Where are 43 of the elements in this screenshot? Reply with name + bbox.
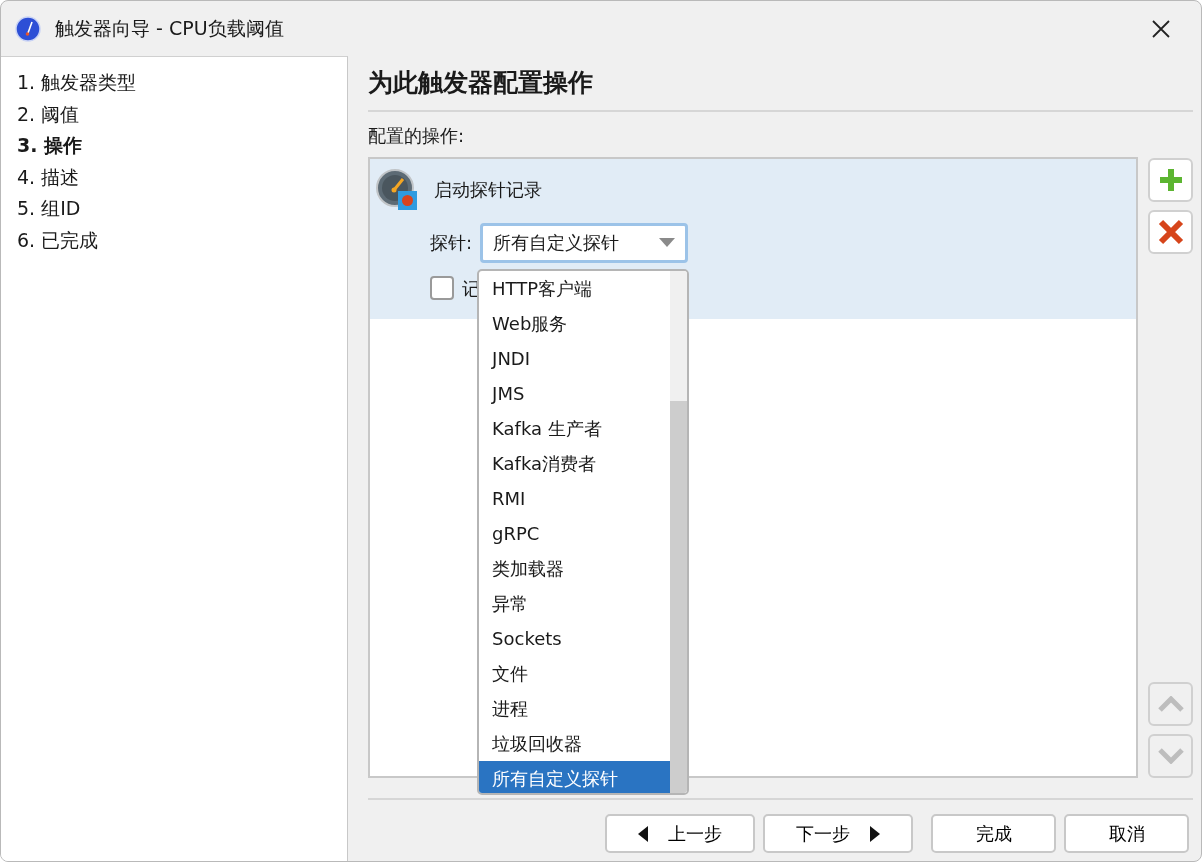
wizard-step[interactable]: 4. 描述	[17, 161, 331, 193]
back-button[interactable]: 上一步	[605, 814, 755, 853]
dropdown-option[interactable]: Kafka消费者	[479, 445, 671, 481]
chevron-up-icon	[1157, 696, 1184, 712]
wizard-step[interactable]: 3. 操作	[17, 130, 331, 162]
finish-button[interactable]: 完成	[931, 814, 1056, 853]
dropdown-option[interactable]: RMI	[479, 480, 671, 516]
app-gauge-icon	[15, 15, 41, 42]
cancel-button[interactable]: 取消	[1064, 814, 1189, 853]
probe-label: 探针:	[430, 231, 473, 255]
chevron-down-icon	[1157, 748, 1184, 764]
dropdown-option[interactable]: HTTP客户端	[479, 270, 671, 306]
dropdown-option[interactable]: Web服务	[479, 305, 671, 341]
wizard-step[interactable]: 5. 组ID	[17, 193, 331, 225]
left-triangle-icon	[638, 825, 648, 842]
dropdown-option[interactable]: 垃圾回收器	[479, 725, 671, 761]
dropdown-option[interactable]: 进程	[479, 690, 671, 726]
dropdown-option[interactable]: gRPC	[479, 515, 671, 551]
checkbox[interactable]	[430, 276, 454, 300]
dropdown-option[interactable]: JNDI	[479, 340, 671, 376]
page-heading: 为此触发器配置操作	[368, 64, 1193, 112]
delete-button[interactable]	[1148, 209, 1193, 254]
scrollbar[interactable]	[670, 270, 688, 793]
dropdown-option[interactable]: 文件	[479, 655, 671, 691]
right-triangle-icon	[870, 825, 880, 842]
window-title: 触发器向导 - CPU负载阈值	[55, 16, 284, 42]
dropdown-option[interactable]: 类加载器	[479, 550, 671, 586]
plus-icon	[1157, 166, 1184, 193]
action-title: 启动探针记录	[434, 178, 542, 202]
wizard-step[interactable]: 1. 触发器类型	[17, 67, 331, 99]
x-icon	[1157, 218, 1184, 245]
dropdown-option[interactable]: Sockets	[479, 620, 671, 656]
next-button[interactable]: 下一步	[763, 814, 913, 853]
dropdown-option[interactable]: JMS	[479, 375, 671, 411]
caret-icon	[659, 238, 676, 247]
gauge-record-icon	[376, 168, 418, 211]
wizard-step[interactable]: 6. 已完成	[17, 224, 331, 256]
dropdown-option[interactable]: 异常	[479, 585, 671, 621]
wizard-step[interactable]: 2. 阈值	[17, 98, 331, 130]
dropdown-option[interactable]: 所有自定义探针	[479, 760, 671, 793]
dropdown-option[interactable]: Kafka 生产者	[479, 410, 671, 446]
add-button[interactable]	[1148, 157, 1193, 202]
actions-label: 配置的操作:	[368, 123, 466, 148]
